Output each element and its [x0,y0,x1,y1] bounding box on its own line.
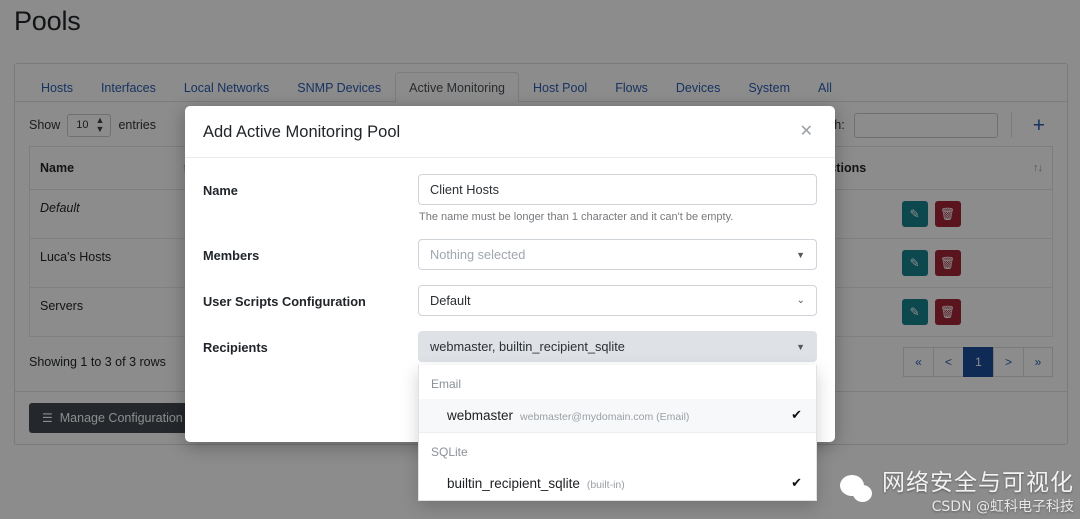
recipients-control: webmaster, builtin_recipient_sqlite ▼ Em… [418,331,817,501]
recipients-select[interactable]: webmaster, builtin_recipient_sqlite ▼ [418,331,817,362]
wechat-bubble-small [853,485,872,503]
name-label: Name [203,183,238,198]
close-icon[interactable]: ✕ [796,122,817,142]
watermark: 网络安全与可视化 CSDN @虹科电子科技 [840,471,1074,515]
members-label: Members [203,248,260,263]
dropdown-option[interactable]: webmaster webmaster@mydomain.com (Email) ✔ [419,399,816,433]
modal-body: Name Client Hosts The name must be longe… [185,158,835,501]
modal-title: Add Active Monitoring Pool [203,122,401,141]
chevron-down-icon: ▼ [796,341,805,352]
modal-header: Add Active Monitoring Pool ✕ [185,106,835,158]
check-icon: ✔ [791,475,802,490]
wechat-icon [840,475,874,505]
watermark-text: 网络安全与可视化 CSDN @虹科电子科技 [882,471,1074,515]
name-control: Client Hosts The name must be longer tha… [418,174,817,233]
field-row-members: Members Nothing selected ▼ [203,239,817,279]
dropdown-option-text: webmaster webmaster@mydomain.com (Email) [447,408,689,423]
user-scripts-select-value: Default [430,293,471,308]
add-active-monitoring-pool-modal: Add Active Monitoring Pool ✕ Name Client… [185,106,835,501]
chevron-down-icon: ⌄ [796,295,805,306]
dropdown-option-detail: (built-in) [586,478,625,491]
dropdown-option[interactable]: builtin_recipient_sqlite (built-in) ✔ [419,467,816,500]
watermark-main: 网络安全与可视化 [882,470,1074,497]
field-row-name: Name Client Hosts The name must be longe… [203,174,817,233]
field-row-user-scripts: User Scripts Configuration Default ⌄ [203,285,817,325]
name-help-text: The name must be longer than 1 character… [419,211,734,223]
user-scripts-control: Default ⌄ [418,285,817,325]
dropdown-option-name: webmaster [447,407,514,423]
members-control: Nothing selected ▼ [418,239,817,279]
field-row-recipients: Recipients webmaster, builtin_recipient_… [203,331,817,501]
recipients-select-value: webmaster, builtin_recipient_sqlite [430,339,625,354]
dropdown-group-label: Email [431,377,462,391]
user-scripts-select[interactable]: Default ⌄ [418,285,817,316]
user-scripts-label: User Scripts Configuration [203,294,366,309]
recipients-label: Recipients [203,340,268,355]
chevron-down-icon: ▼ [796,249,805,260]
watermark-sub: CSDN @虹科电子科技 [931,498,1074,515]
dropdown-option-name: builtin_recipient_sqlite [447,475,580,491]
name-input[interactable]: Client Hosts [418,174,817,205]
screen-root: Pools Hosts Interfaces Local Networks SNMP … [0,0,1080,519]
dropdown-option-detail: webmaster@mydomain.com (Email) [520,410,690,423]
dropdown-group-label: SQLite [431,445,468,459]
check-icon: ✔ [791,407,802,422]
members-select[interactable]: Nothing selected ▼ [418,239,817,270]
dropdown-option-text: builtin_recipient_sqlite (built-in) [447,476,625,491]
members-select-value: Nothing selected [430,247,526,262]
recipients-dropdown-menu: Email webmaster webmaster@mydomain.com (Em… [418,365,817,501]
